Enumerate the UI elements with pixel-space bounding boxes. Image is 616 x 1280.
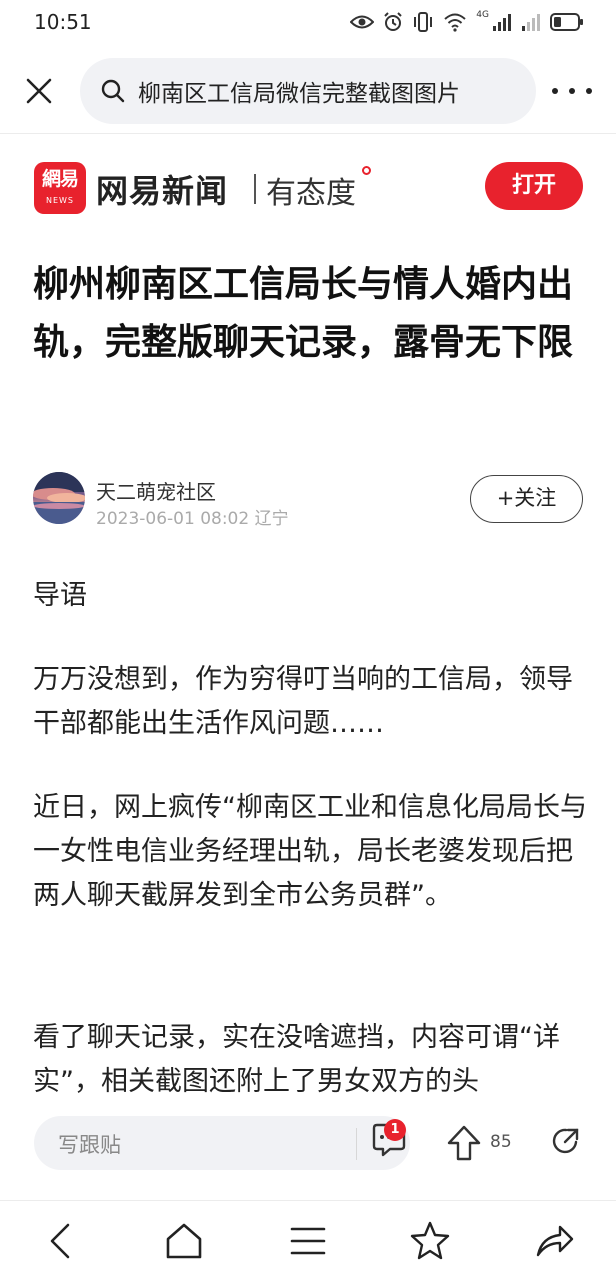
dot	[552, 88, 558, 94]
search-bar[interactable]: 柳南区工信局微信完整截图图片	[80, 58, 536, 124]
home-icon[interactable]	[162, 1219, 206, 1263]
comment-count-badge: 1	[384, 1119, 406, 1141]
paragraph: 近日，网上疯传“柳南区工业和信息化局局长与一女性电信业务经理出轨，局长老婆发现后…	[33, 792, 587, 911]
wifi-icon	[444, 13, 466, 32]
logo-cn: 網易	[41, 168, 79, 190]
comment-bar: 写跟贴 1 85	[0, 1108, 616, 1178]
divider	[356, 1128, 357, 1160]
menu-icon[interactable]	[286, 1219, 330, 1263]
publish-time: 2023-06-01 08:02 辽宁	[96, 509, 289, 529]
browser-toolbar: 柳南区工信局微信完整截图图片	[0, 48, 616, 134]
status-time: 10:51	[34, 10, 92, 34]
battery-icon	[550, 13, 583, 31]
registered-mark-icon	[362, 166, 371, 175]
search-query: 柳南区工信局微信完整截图图片	[138, 81, 460, 107]
author-name[interactable]: 天二萌宠社区	[96, 476, 216, 505]
comment-input[interactable]: 写跟贴	[34, 1116, 410, 1170]
paragraph: 看了聊天记录，实在没啥遮挡，内容可谓“详实”，相关截图还附上了男女双方的头	[33, 1022, 560, 1097]
network-type: 4G	[476, 10, 489, 20]
status-icons: 4G	[350, 10, 584, 32]
follow-button[interactable]: +关注	[470, 475, 583, 523]
alarm-icon	[384, 12, 403, 31]
browser-bottom-nav	[0, 1200, 616, 1280]
search-icon	[101, 79, 125, 103]
dot	[569, 88, 575, 94]
signal-icon	[522, 14, 540, 31]
netease-logo: 網易 NEWS	[34, 162, 86, 214]
share-icon[interactable]	[532, 1219, 576, 1263]
star-icon[interactable]	[408, 1219, 452, 1263]
brand-header: 網易 NEWS 网易新闻 有态度 打开	[0, 134, 616, 238]
back-icon[interactable]	[40, 1219, 84, 1263]
dot	[586, 88, 592, 94]
vibrate-icon	[414, 12, 433, 32]
comment-placeholder: 写跟贴	[58, 1133, 121, 1157]
more-icon[interactable]	[552, 78, 592, 104]
open-app-button[interactable]: 打开	[485, 162, 583, 210]
brand-slogan: 有态度	[266, 176, 356, 211]
paragraph-lead: 导语	[33, 580, 87, 611]
logo-en: NEWS	[45, 196, 75, 205]
brand-divider	[254, 174, 256, 204]
upvote-count: 85	[490, 1132, 512, 1152]
author-row: 天二萌宠社区 2023-06-01 08:02 辽宁 +关注	[0, 468, 616, 530]
share-icon[interactable]	[550, 1126, 580, 1156]
upvote-icon[interactable]	[446, 1124, 482, 1162]
status-bar: 10:51 4G	[0, 0, 616, 48]
eye-icon	[350, 15, 375, 29]
close-icon[interactable]	[24, 76, 54, 106]
article-title: 柳州柳南区工信局长与情人婚内出轨，完整版聊天记录，露骨无下限	[33, 264, 574, 363]
avatar-image	[33, 472, 85, 524]
paragraph: 万万没想到，作为穷得叮当响的工信局，领导干部都能出生活作风问题……	[33, 664, 573, 739]
brand-name: 网易新闻	[96, 172, 229, 210]
avatar[interactable]	[33, 472, 85, 524]
signal-icon	[493, 14, 511, 31]
